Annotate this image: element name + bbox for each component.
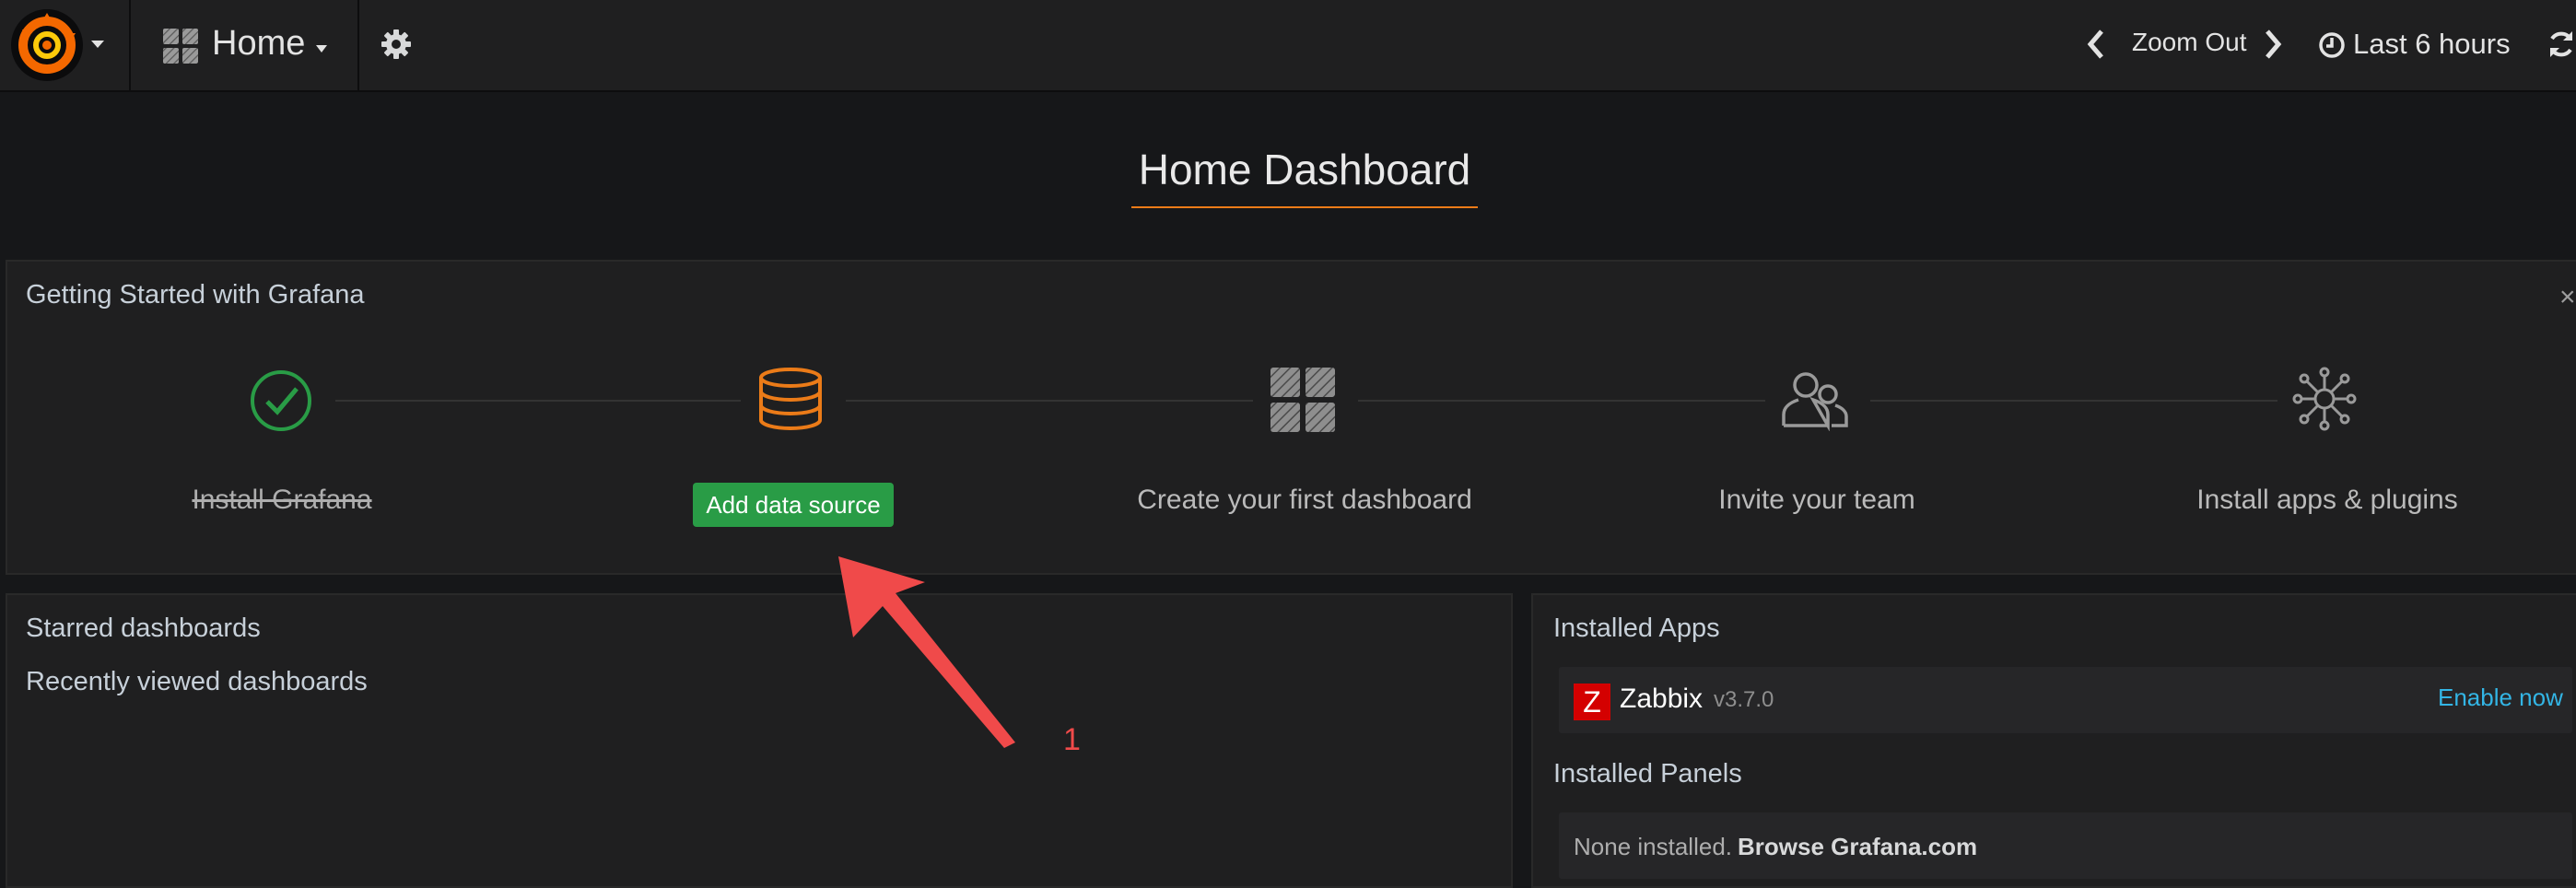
step-install-grafana: Install Grafana [192,485,372,515]
step-create-dashboard[interactable]: Create your first dashboard [1102,485,1507,516]
starred-title: Starred dashboards [26,613,261,643]
recent-title: Recently viewed dashboards [26,667,368,696]
step-invite-team[interactable]: Invite your team [1614,485,2020,516]
annotation-number: 1 [1063,722,1081,757]
step-install-plugins[interactable]: Install apps & plugins [2125,485,2530,516]
check-circle-icon [251,370,311,431]
top-navbar: Home Zoom Out Last 6 hours [0,0,2576,92]
database-icon [759,368,822,430]
app-row-zabbix[interactable]: Z Zabbix v3.7.0 Enable now [1559,667,2572,733]
grafana-logo-icon[interactable] [9,7,85,83]
annotation-arrow-icon [838,556,1015,748]
app-version: v3.7.0 [1714,687,1774,712]
installed-panels-list: None installed. Browse Grafana.com [1559,812,2572,879]
step-connector [1358,400,1765,402]
panel-title: Getting Started with Grafana [26,280,365,310]
starred-dashboards-panel: Starred dashboards Recently viewed dashb… [6,593,1513,888]
step-connector [846,400,1253,402]
none-installed-text: None installed. [1574,833,1732,860]
time-range-picker[interactable]: Last 6 hours [2353,28,2511,61]
grafana-menu[interactable] [0,0,131,90]
close-icon[interactable]: × [2559,282,2576,313]
step-connector [335,400,741,402]
zoom-out-button[interactable]: Zoom Out [2132,28,2246,57]
dashboard-picker[interactable]: Home [131,0,359,90]
step-connector [1870,400,2277,402]
svg-text:Z: Z [1583,685,1601,719]
caret-down-icon [91,41,104,48]
installed-panels-title: Installed Panels [1553,759,1742,789]
caret-down-icon [316,45,327,53]
gear-icon[interactable] [380,28,413,61]
installed-apps-title: Installed Apps [1553,613,1720,643]
refresh-icon[interactable] [2547,28,2576,61]
chevron-right-icon[interactable] [2263,28,2283,61]
dashboard-grid-icon [1270,368,1335,432]
chevron-left-icon[interactable] [2086,28,2106,61]
dashboard-grid-icon [163,29,198,64]
zabbix-logo-icon: Z [1574,684,1610,720]
page-title: Home Dashboard [1131,140,1478,208]
plugins-icon [2292,367,2357,431]
enable-now-link[interactable]: Enable now [2438,684,2563,712]
users-icon [1782,372,1848,431]
dashboard-name: Home [212,24,306,63]
add-data-source-button[interactable]: Add data source [693,483,894,527]
browse-grafana-link[interactable]: Browse Grafana.com [1738,833,1977,861]
clock-icon [2319,32,2345,58]
app-name: Zabbix [1620,684,1704,714]
